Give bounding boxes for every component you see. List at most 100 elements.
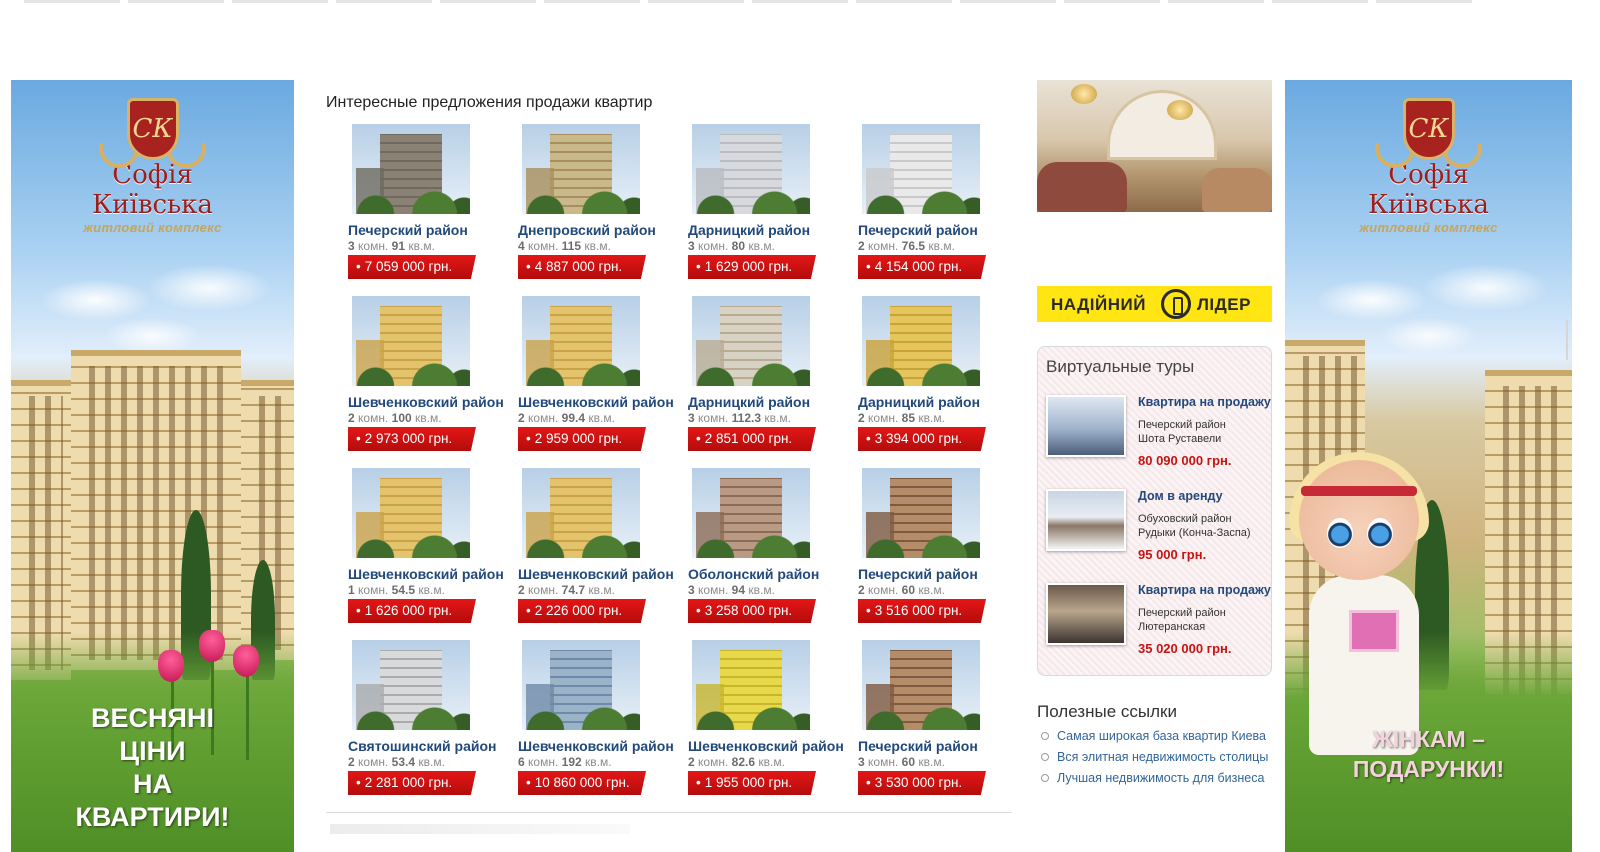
listing-rooms: 2 <box>348 411 355 425</box>
listing-price[interactable]: 1 955 000 грн. <box>688 771 816 795</box>
useful-link[interactable]: Самая широкая база квартир Киева <box>1037 726 1297 747</box>
listing-card[interactable]: Печерский район2 комн. 76.5 кв.м. 4 154 0… <box>856 124 1021 284</box>
listing-card[interactable]: Дарницкий район3 комн. 112.3 кв.м. 2 851 … <box>686 296 851 456</box>
listing-area-unit: кв.м. <box>748 239 775 253</box>
listing-card[interactable]: Оболонский район3 комн. 94 кв.м. 3 258 00… <box>686 468 851 628</box>
listing-photo[interactable] <box>862 468 980 558</box>
listing-card[interactable]: Днепровский район4 комн. 115 кв.м. 4 887 … <box>516 124 681 284</box>
listing-price[interactable]: 3 530 000 грн. <box>858 771 986 795</box>
listing-card[interactable]: Дарницкий район3 комн. 80 кв.м. 1 629 000… <box>686 124 851 284</box>
listing-photo[interactable] <box>352 296 470 386</box>
listing-specs: 3 комн. 94 кв.м. <box>688 583 775 597</box>
listing-photo[interactable] <box>522 468 640 558</box>
listing-district-link[interactable]: Печерский район <box>858 738 978 754</box>
listing-district-link[interactable]: Печерский район <box>858 222 978 238</box>
doll-mascot <box>1289 452 1439 760</box>
tour-thumbnail[interactable] <box>1046 489 1126 551</box>
listing-photo[interactable] <box>522 124 640 214</box>
useful-link[interactable]: Лучшая недвижимость для бизнеса <box>1037 768 1297 789</box>
listing-photo[interactable] <box>692 468 810 558</box>
listing-card[interactable]: Дарницкий район2 комн. 85 кв.м. 3 394 000… <box>856 296 1021 456</box>
listing-card[interactable]: Шевченковский район2 комн. 99.4 кв.м.2 9… <box>516 296 681 456</box>
listing-photo[interactable] <box>862 124 980 214</box>
listing-area: 60 <box>901 755 916 769</box>
listing-area-unit: кв.м. <box>918 583 945 597</box>
listing-district-link[interactable]: Печерский район <box>858 566 978 582</box>
listing-card[interactable]: Шевченковский район2 комн. 100 кв.м. 2 97… <box>346 296 511 456</box>
listing-card[interactable]: Шевченковский район2 комн. 74.7 кв.м.2 2… <box>516 468 681 628</box>
scrollbar[interactable] <box>1566 320 1568 360</box>
leader-word2: ЛІДЕР <box>1197 295 1251 314</box>
tour-item[interactable]: Квартира на продажу Печерский район Люте… <box>1046 583 1271 673</box>
listing-rooms-label: комн. <box>528 755 559 769</box>
listing-district-link[interactable]: Дарницкий район <box>688 222 810 238</box>
listing-price[interactable]: 3 258 000 грн. <box>688 599 816 623</box>
useful-link[interactable]: Вся элитная недвижимость столицы <box>1037 747 1277 768</box>
listing-district-link[interactable]: Печерский район <box>348 222 468 238</box>
listing-photo[interactable] <box>522 296 640 386</box>
listing-specs: 2 комн. 85 кв.м. <box>858 411 945 425</box>
left-ad-banner[interactable]: СК Софія Київська житловий комплекс ВЕСН… <box>11 80 294 852</box>
listing-price[interactable]: 2 959 000 грн. <box>518 427 646 451</box>
listing-card[interactable]: Шевченковский район2 комн. 82.6 кв.м. 1 9… <box>686 640 851 800</box>
listing-district-link[interactable]: Шевченковский район <box>518 738 674 754</box>
listing-price[interactable]: 10 860 000 грн. <box>518 771 646 795</box>
interior-ad-image[interactable] <box>1037 80 1272 212</box>
listing-price[interactable]: 3 394 000 грн. <box>858 427 986 451</box>
listing-specs: 2 комн. 76.5 кв.м. <box>858 239 955 253</box>
listing-card[interactable]: Печерский район3 комн. 91 кв.м. 7 059 000… <box>346 124 511 284</box>
listing-photo[interactable] <box>692 640 810 730</box>
listing-photo[interactable] <box>862 296 980 386</box>
tour-thumbnail[interactable] <box>1046 395 1126 457</box>
listing-photo[interactable] <box>522 640 640 730</box>
listing-price[interactable]: 2 851 000 грн. <box>688 427 816 451</box>
listing-district-link[interactable]: Шевченковский район <box>688 738 844 754</box>
listing-price[interactable]: 3 516 000 грн. <box>858 599 986 623</box>
listing-price[interactable]: 2 226 000 грн. <box>518 599 646 623</box>
listing-price[interactable]: 4 154 000 грн. <box>858 255 986 279</box>
listing-photo[interactable] <box>692 296 810 386</box>
listing-card[interactable]: Шевченковский район1 комн. 54.5 кв.м. 1 6… <box>346 468 511 628</box>
tour-title-link[interactable]: Квартира на продажу <box>1138 583 1271 597</box>
listing-card[interactable]: Святошинский район2 комн. 53.4 кв.м. 2 28… <box>346 640 511 800</box>
tour-title-link[interactable]: Квартира на продажу <box>1138 395 1271 409</box>
listing-photo[interactable] <box>352 468 470 558</box>
listing-photo[interactable] <box>692 124 810 214</box>
listing-price[interactable]: 7 059 000 грн. <box>348 255 476 279</box>
listing-district-link[interactable]: Оболонский район <box>688 566 819 582</box>
listing-price[interactable]: 1 629 000 грн. <box>688 255 816 279</box>
tour-item[interactable]: Квартира на продажу Печерский район Шота… <box>1046 395 1271 485</box>
listing-district-link[interactable]: Дарницкий район <box>858 394 980 410</box>
tour-address-line2: Лютеранская <box>1138 621 1206 633</box>
listing-area-unit: кв.м. <box>588 583 615 597</box>
listing-card[interactable]: Шевченковский район6 комн. 192 кв.м. 10 8… <box>516 640 681 800</box>
tour-item[interactable]: Дом в аренду Обуховский район Рудыки (Ко… <box>1046 489 1271 579</box>
listing-district-link[interactable]: Святошинский район <box>348 738 497 754</box>
listing-card[interactable]: Печерский район2 комн. 60 кв.м. 3 516 000… <box>856 468 1021 628</box>
tour-title-link[interactable]: Дом в аренду <box>1138 489 1223 503</box>
listing-rooms: 2 <box>688 755 695 769</box>
listing-district-link[interactable]: Шевченковский район <box>348 566 504 582</box>
section-title: Интересные предложения продажи квартир <box>326 94 653 111</box>
listing-photo[interactable] <box>352 640 470 730</box>
listing-district-link[interactable]: Шевченковский район <box>348 394 504 410</box>
useful-link-label[interactable]: Вся элитная недвижимость столицы <box>1057 750 1268 764</box>
listing-district-link[interactable]: Днепровский район <box>518 222 656 238</box>
listing-price[interactable]: 4 887 000 грн. <box>518 255 646 279</box>
listing-price[interactable]: 2 973 000 грн. <box>348 427 476 451</box>
listing-area: 76.5 <box>901 239 926 253</box>
listing-district-link[interactable]: Шевченковский район <box>518 394 674 410</box>
listing-district-link[interactable]: Шевченковский район <box>518 566 674 582</box>
tour-thumbnail[interactable] <box>1046 583 1126 645</box>
useful-link-label[interactable]: Самая широкая база квартир Киева <box>1057 729 1266 743</box>
listing-price[interactable]: 2 281 000 грн. <box>348 771 476 795</box>
leader-banner[interactable]: НАДІЙНИЙ ЛІДЕР <box>1037 286 1272 322</box>
listing-price[interactable]: 1 626 000 грн. <box>348 599 476 623</box>
right-ad-banner[interactable]: СК Софія Київська житловий комплекс ЖІНК… <box>1285 80 1572 852</box>
listing-photo[interactable] <box>862 640 980 730</box>
listing-photo[interactable] <box>352 124 470 214</box>
useful-link-label[interactable]: Лучшая недвижимость для бизнеса <box>1057 771 1264 785</box>
listing-card[interactable]: Печерский район3 комн. 60 кв.м. 3 530 000… <box>856 640 1021 800</box>
useful-links-title: Полезные ссылки <box>1037 702 1177 721</box>
listing-district-link[interactable]: Дарницкий район <box>688 394 810 410</box>
